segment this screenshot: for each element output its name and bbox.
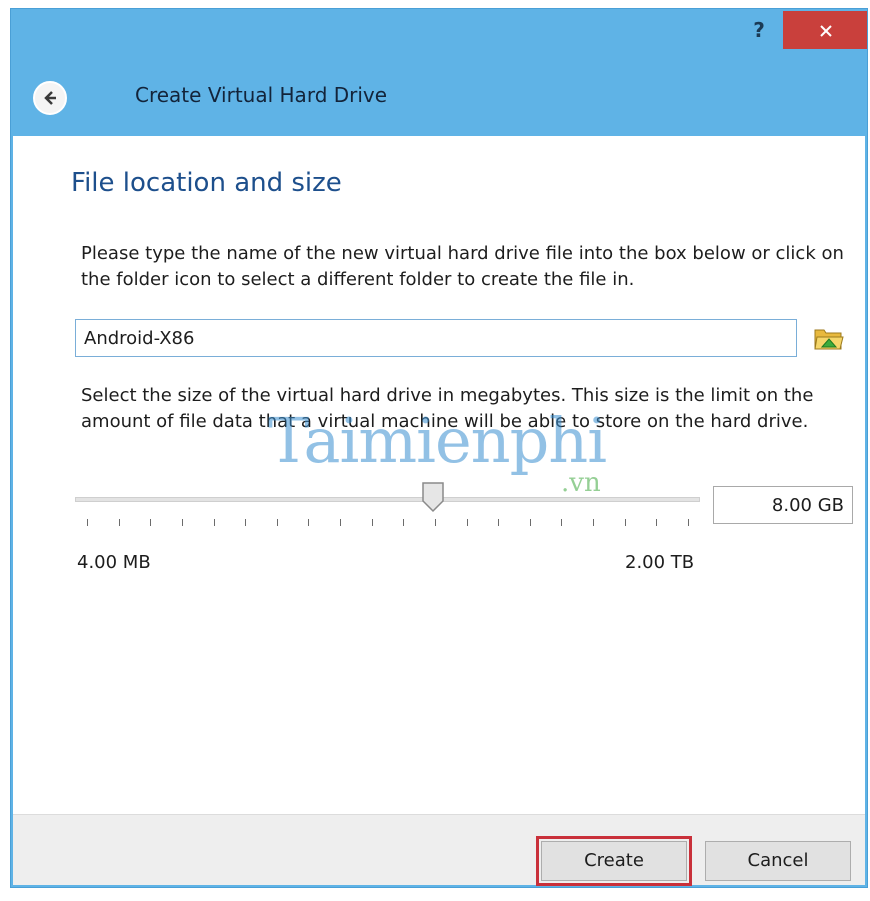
slider-tick [371,519,373,526]
location-instructions: Please type the name of the new virtual … [81,243,844,290]
slider-tick [561,519,563,526]
dialog-footer: Create Cancel [13,814,865,886]
back-button[interactable] [33,81,67,115]
close-icon [820,25,832,37]
dialog-title: Create Virtual Hard Drive [135,83,388,107]
size-input[interactable] [713,486,853,524]
cancel-button[interactable]: Cancel [705,841,851,881]
slider-tick [466,519,468,526]
slider-thumb[interactable] [421,481,445,513]
folder-button[interactable] [813,323,845,353]
slider-tick [624,519,626,526]
slider-tick [245,519,247,526]
slider-max-label: 2.00 TB [625,552,695,573]
help-button[interactable]: ? [739,13,779,47]
slider-tick [213,519,215,526]
slider-tick [688,519,689,526]
content-panel: File location and size Please type the n… [13,136,865,814]
back-arrow-icon [44,91,56,105]
slider-tick [529,519,531,526]
slider-tick [593,519,595,526]
dialog-window: ? Create Virtual Hard Drive File locatio… [10,8,868,888]
file-name-input[interactable] [75,319,797,357]
slider-min-label: 4.00 MB [77,552,151,573]
slider-tick [308,519,310,526]
slider-ticks [75,519,700,529]
size-slider[interactable] [75,482,700,535]
slider-tick [181,519,183,526]
slider-tick [434,519,436,526]
slider-tick [340,519,342,526]
folder-icon [814,329,844,350]
slider-tick [276,519,278,526]
section-title: File location and size [71,168,342,198]
slider-tick [498,519,500,526]
slider-track [75,497,700,502]
slider-tick [656,519,658,526]
slider-tick [150,519,152,526]
create-button[interactable]: Create [536,836,692,886]
slider-tick [118,519,120,526]
close-button[interactable] [783,11,867,49]
slider-tick [403,519,405,526]
slider-tick [87,519,88,526]
watermark-logo: Taimienphi [268,404,607,477]
